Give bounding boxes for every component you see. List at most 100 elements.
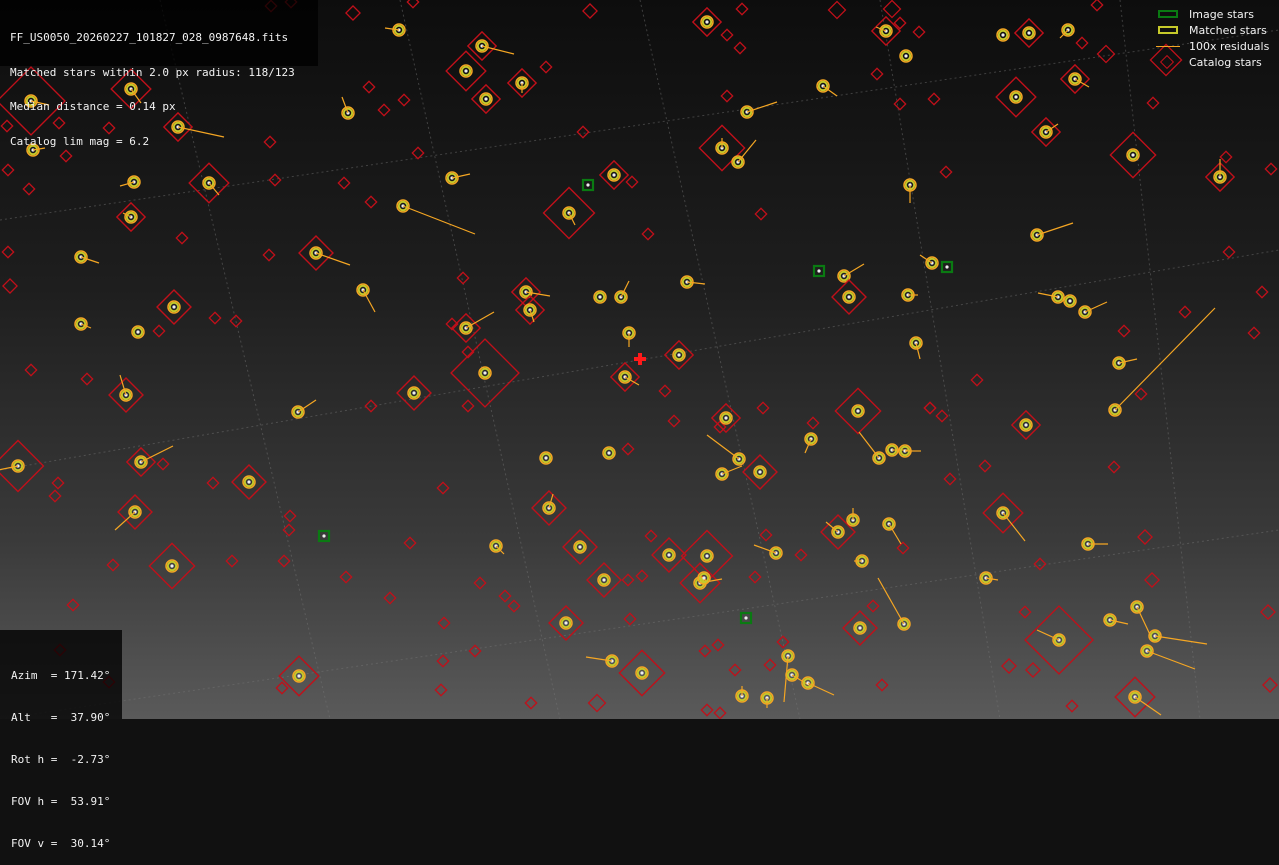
residual-line <box>877 577 905 625</box>
catalog-star-marker <box>456 271 470 285</box>
catalog-star-marker <box>1146 96 1160 110</box>
catalog-star-marker <box>434 683 448 697</box>
image-star-dot <box>705 554 709 558</box>
image-star-dot <box>602 578 606 582</box>
catalog-star-marker <box>275 681 289 695</box>
catalog-star-marker <box>1144 572 1160 588</box>
catalog-star-marker <box>576 125 590 139</box>
legend-item-image-stars: Image stars <box>1154 6 1279 22</box>
catalog-star-marker <box>339 570 353 584</box>
image-star-dot <box>856 409 860 413</box>
catalog-star-marker <box>621 442 635 456</box>
image-star-dot <box>724 416 728 420</box>
catalog-star-marker <box>827 0 847 20</box>
catalog-star-marker <box>1025 662 1041 678</box>
residual-key-icon <box>1154 40 1182 52</box>
catalog-star-marker <box>896 541 910 555</box>
catalog-star-marker <box>66 598 80 612</box>
catalog-star-marker <box>1134 387 1148 401</box>
image-star-dot <box>136 330 140 334</box>
image-star-dot <box>612 173 616 177</box>
catalog-star-marker <box>623 612 637 626</box>
catalog-star-marker <box>720 89 734 103</box>
image-star-dot <box>667 553 671 557</box>
image-star-dot <box>172 305 176 309</box>
catalog-star-marker <box>1065 699 1079 713</box>
legend-label-image: Image stars <box>1189 7 1254 21</box>
image-star-dot <box>677 353 681 357</box>
catalog-star-marker <box>935 409 949 423</box>
residual-line <box>140 445 174 463</box>
catalog-star-marker <box>1096 44 1116 64</box>
image-star-dot <box>705 20 709 24</box>
catalog-star-marker <box>700 703 714 717</box>
residual-line <box>114 511 136 531</box>
image-star-dot <box>247 480 251 484</box>
catalog-star-marker <box>667 414 681 428</box>
legend-item-residuals: 100x residuals <box>1154 38 1279 54</box>
catalog-star-marker <box>698 644 712 658</box>
legend-label-residuals: 100x residuals <box>1189 39 1270 53</box>
catalog-star-marker <box>939 165 953 179</box>
catalog-star-marker <box>206 476 220 490</box>
catalog-star-marker <box>658 384 672 398</box>
catalog-star-marker <box>51 476 65 490</box>
catalog-star-marker <box>377 103 391 117</box>
catalog-star-marker <box>539 60 553 74</box>
catalog-star-marker <box>1090 0 1104 12</box>
catalog-star-key-icon <box>1154 54 1182 70</box>
catalog-star-marker <box>1178 305 1192 319</box>
image-star-dot <box>170 564 174 568</box>
legend-label-catalog: Catalog stars <box>1189 55 1262 69</box>
catalog-star-marker <box>229 314 243 328</box>
catalog-star-marker <box>106 558 120 572</box>
residual-line <box>362 289 376 313</box>
catalog-star-marker <box>498 589 512 603</box>
catalog-star-marker <box>277 554 291 568</box>
image-star-dot <box>1001 33 1005 37</box>
catalog-star-marker <box>1264 162 1278 176</box>
field-center-marker <box>638 353 642 365</box>
catalog-star-marker <box>1247 326 1261 340</box>
catalog-star-marker <box>720 28 734 42</box>
image-star-dot <box>564 621 568 625</box>
legend-item-catalog-stars: Catalog stars <box>1154 54 1279 70</box>
catalog-star-marker <box>978 459 992 473</box>
image-star-dot <box>322 534 326 538</box>
catalog-star-marker <box>345 5 361 21</box>
catalog-star-marker <box>22 182 36 196</box>
catalog-star-marker <box>1255 285 1269 299</box>
catalog-star-marker <box>461 399 475 413</box>
catalog-star-marker <box>362 80 376 94</box>
median-distance-text: Median distance = 0.14 px <box>10 100 176 113</box>
catalog-star-marker <box>282 523 296 537</box>
image-star-dot <box>744 616 748 620</box>
residual-line <box>384 27 400 31</box>
catalog-star-marker <box>507 599 521 613</box>
catalog-star-marker <box>625 175 639 189</box>
image-star-dot <box>483 371 487 375</box>
image-star-dot <box>598 295 602 299</box>
catalog-star-marker <box>1001 658 1017 674</box>
matched-star-key-icon <box>1154 24 1182 36</box>
image-star-dot <box>607 451 611 455</box>
catalog-star-marker <box>927 92 941 106</box>
catalog-star-marker <box>397 93 411 107</box>
catalog-star-marker <box>1222 245 1236 259</box>
residual-line <box>858 431 880 459</box>
catalog-star-marker <box>225 554 239 568</box>
image-star-dot <box>1068 299 1072 303</box>
residual-line <box>1146 650 1196 670</box>
catalog-star-marker <box>468 644 482 658</box>
catalog-star-marker <box>1075 36 1089 50</box>
image-star-dot <box>1027 31 1031 35</box>
image-star-dot <box>578 545 582 549</box>
altitude-text: Alt = 37.90° <box>11 711 111 724</box>
catalog-star-marker <box>923 401 937 415</box>
catalog-star-marker <box>156 457 170 471</box>
residual-line <box>465 311 495 329</box>
catalog-star-marker <box>635 569 649 583</box>
catalog-star-marker <box>406 0 420 9</box>
image-star-dot <box>640 671 644 675</box>
legend: Image stars Matched stars 100x residuals… <box>1154 6 1279 70</box>
